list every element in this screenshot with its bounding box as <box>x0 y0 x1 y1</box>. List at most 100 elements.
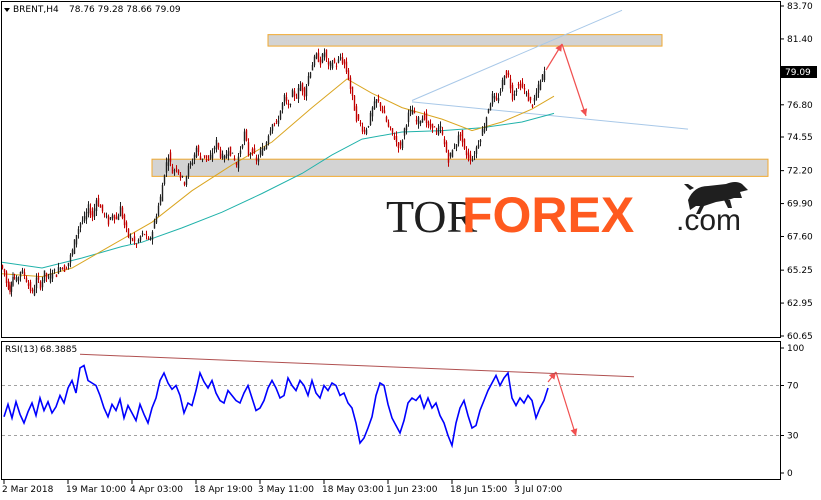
rsi-label: RSI(13) <box>5 345 38 355</box>
candle-body <box>309 72 312 78</box>
price-axis: 83.7081.4079.1576.8074.5572.2069.9067.60… <box>780 2 813 342</box>
candle-body <box>443 138 446 145</box>
candle-body <box>183 182 186 185</box>
rsi-tick-label: 30 <box>787 432 799 442</box>
candle-body <box>341 57 344 64</box>
rsi-panel-frame <box>1 341 781 480</box>
price-tick-label: 83.70 <box>787 2 813 12</box>
candle-body <box>285 97 288 101</box>
candle-body <box>47 276 50 278</box>
candle-body <box>275 120 278 122</box>
price-tick-label: 60.65 <box>787 332 813 342</box>
candle-body <box>267 135 270 144</box>
candle-body <box>317 52 320 62</box>
candle-body <box>141 233 144 235</box>
candle-body <box>379 102 382 107</box>
logo-com-text: .com <box>676 204 741 237</box>
candle-body <box>467 152 470 159</box>
candle-body <box>173 170 176 172</box>
candle-body <box>501 79 504 90</box>
time-tick-label: 18 Jun 15:00 <box>450 485 507 495</box>
candle-body <box>281 102 284 110</box>
candle-body <box>119 206 122 217</box>
candle-body <box>13 277 16 279</box>
candle-body <box>421 118 424 123</box>
candle-body <box>153 221 156 229</box>
candle-body <box>343 59 346 65</box>
candle-body <box>515 90 518 93</box>
candle-body <box>371 107 374 117</box>
candle-body <box>333 59 336 63</box>
candle-body <box>331 62 334 69</box>
candle-body <box>41 280 44 288</box>
candle-body <box>107 216 110 225</box>
candle-body <box>353 95 356 111</box>
candle-body <box>243 131 246 142</box>
candle-body <box>25 277 28 283</box>
dropdown-arrow-icon[interactable] <box>4 8 10 12</box>
rsi-axis: 100 70 30 0 <box>780 344 804 479</box>
candle-body <box>253 148 256 153</box>
candle-body <box>529 96 532 101</box>
candle-body <box>361 126 364 132</box>
candle-body <box>473 155 476 157</box>
candle-body <box>155 216 158 223</box>
candle-body <box>327 61 330 65</box>
candle-body <box>393 136 396 140</box>
candle-body <box>125 222 128 228</box>
candle-body <box>221 153 224 159</box>
candle-body <box>313 56 316 66</box>
price-tick-label: 72.20 <box>787 167 813 177</box>
candle-body <box>201 158 204 160</box>
candle-body <box>369 112 372 126</box>
candle-body <box>391 128 394 133</box>
candle-body <box>453 148 456 149</box>
rsi-tick-label: 70 <box>787 382 799 392</box>
candle-body <box>139 236 142 241</box>
candle-body <box>395 136 398 143</box>
candle-body <box>315 53 318 59</box>
candle-body <box>457 135 460 144</box>
candle-body <box>399 142 402 146</box>
price-tick-label: 67.60 <box>787 232 813 242</box>
candle-body <box>219 149 222 158</box>
candle-body <box>489 104 492 111</box>
candle-body <box>493 95 496 99</box>
price-tick-label: 65.25 <box>787 266 813 276</box>
candle-body <box>365 129 368 134</box>
candle-body <box>401 140 404 149</box>
candle-body <box>499 91 502 93</box>
candle-body <box>491 93 494 105</box>
candle-body <box>433 126 436 128</box>
candle-body <box>505 70 508 78</box>
candle-body <box>425 112 428 123</box>
rsi-value: 68.3885 <box>40 345 77 355</box>
candle-body <box>541 74 544 81</box>
candle-body <box>455 144 458 148</box>
candle-body <box>12 276 14 286</box>
candle-body <box>21 270 24 273</box>
candle-body <box>397 142 400 148</box>
candle-body <box>359 122 362 124</box>
candle-body <box>151 231 154 240</box>
candle-body <box>79 222 82 228</box>
candle-body <box>319 59 322 65</box>
candle-body <box>69 254 72 263</box>
candle-body <box>73 239 76 254</box>
time-tick-label: 1 Jun 23:00 <box>386 485 438 495</box>
candle-body <box>145 234 148 236</box>
candle-body <box>65 268 68 270</box>
candle-body <box>203 155 206 157</box>
candle-body <box>223 155 226 159</box>
candle-body <box>347 70 350 80</box>
candle-body <box>357 114 360 120</box>
logo-forex-text: FOREX <box>462 187 634 243</box>
current-price-value: 79.09 <box>785 68 811 78</box>
candle-body <box>109 217 112 220</box>
candle-body <box>449 152 452 157</box>
candle-body <box>451 149 454 158</box>
candle-body <box>527 93 530 102</box>
candle-body <box>439 125 442 129</box>
candle-body <box>105 215 108 217</box>
candle-body <box>97 198 100 207</box>
